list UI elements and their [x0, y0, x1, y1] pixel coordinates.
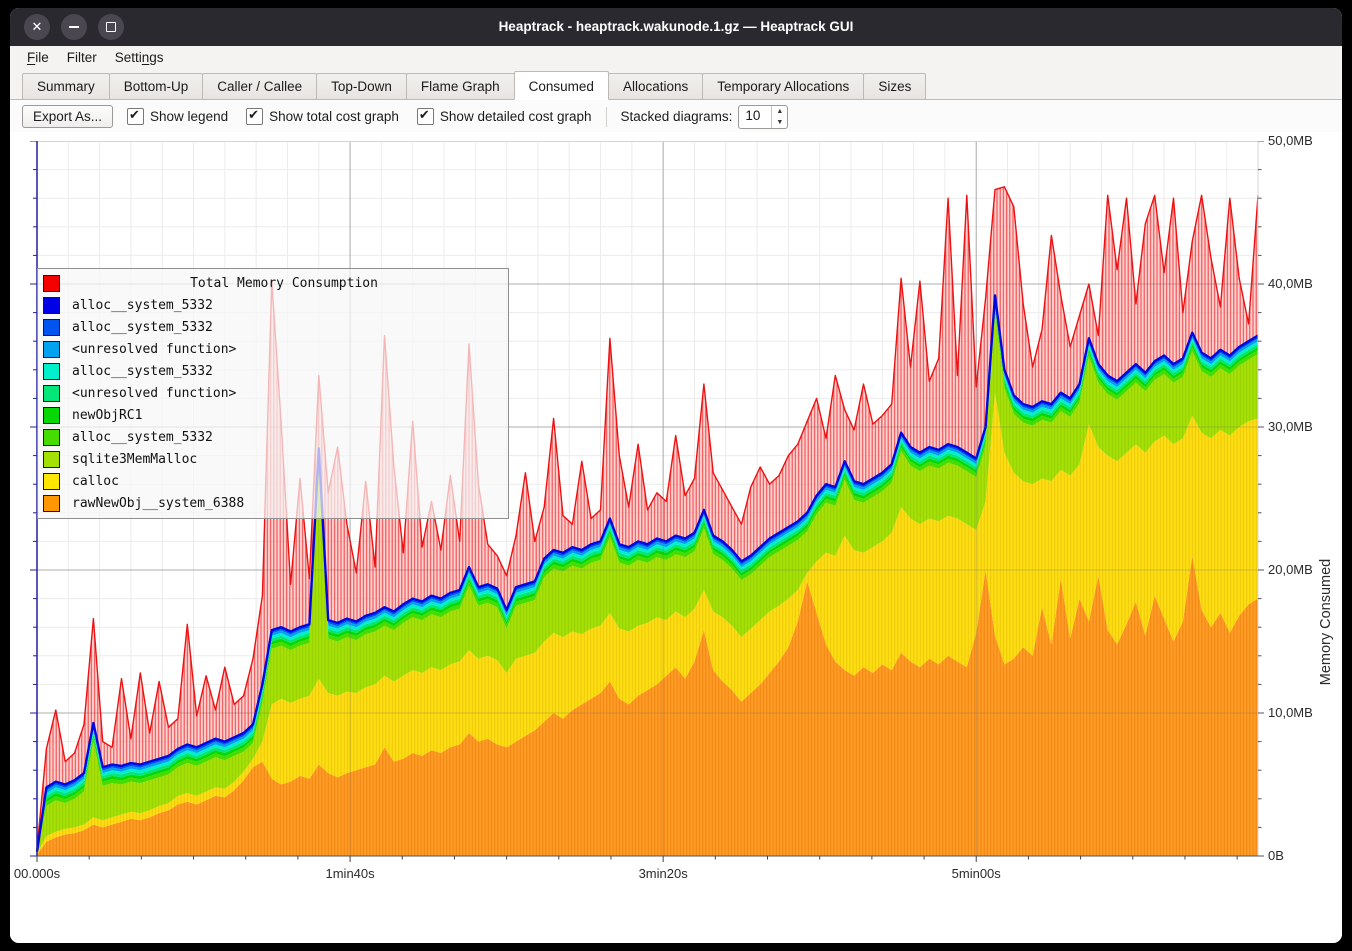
y-tick-label: 20,0MB — [1268, 562, 1313, 577]
x-tick-label: 3min20s — [639, 866, 688, 881]
legend-entry: <unresolved function> — [38, 338, 508, 360]
legend-entry-label: <unresolved function> — [72, 342, 236, 357]
window-title: Heaptrack - heaptrack.wakunode.1.gz — He… — [10, 8, 1342, 46]
heaptrack-window: ✕ Heaptrack - heaptrack.wakunode.1.gz — … — [10, 8, 1342, 943]
legend-entry: newObjRC1 — [38, 404, 508, 426]
tab-caller-callee[interactable]: Caller / Callee — [202, 73, 317, 99]
legend-entry: <unresolved function> — [38, 382, 508, 404]
spinner-down-arrow[interactable]: ▼ — [772, 117, 787, 128]
legend-entry-label: alloc__system_5332 — [72, 364, 213, 379]
legend-swatch — [43, 451, 60, 468]
checkmark-icon — [417, 108, 434, 125]
tab-sizes[interactable]: Sizes — [863, 73, 926, 99]
legend-swatch — [43, 429, 60, 446]
legend-swatch — [43, 385, 60, 402]
spinner-up-arrow[interactable]: ▲ — [772, 106, 787, 117]
y-tick-label: 30,0MB — [1268, 419, 1313, 434]
y-tick-label: 10,0MB — [1268, 705, 1313, 720]
toolbar: Export As... Show legend Show total cost … — [10, 100, 1342, 133]
menu-bar: FileFilterSettings — [10, 46, 1342, 70]
chart-region: Total Memory Consumption alloc__system_53… — [10, 132, 1342, 943]
y-tick-label: 0B — [1268, 848, 1284, 863]
tab-bar: SummaryBottom-UpCaller / CalleeTop-DownF… — [10, 70, 1342, 100]
legend-swatch — [43, 407, 60, 424]
y-tick-label: 40,0MB — [1268, 276, 1313, 291]
legend-swatch — [43, 297, 60, 314]
export-as-button[interactable]: Export As... — [22, 105, 113, 128]
tab-temporary-allocations[interactable]: Temporary Allocations — [702, 73, 864, 99]
x-tick-label: 00.000s — [14, 866, 60, 881]
x-tick-label: 1min40s — [325, 866, 374, 881]
legend-swatch — [43, 473, 60, 490]
tab-flame-graph[interactable]: Flame Graph — [406, 73, 515, 99]
menu-item-file[interactable]: File — [18, 46, 58, 70]
checkbox-show-total-cost-graph[interactable]: Show total cost graph — [246, 108, 399, 125]
checkbox-show-detailed-cost-graph[interactable]: Show detailed cost graph — [417, 108, 592, 125]
tab-consumed[interactable]: Consumed — [514, 71, 609, 100]
stacked-diagrams-label: Stacked diagrams: — [621, 109, 733, 124]
legend-entry-label: calloc — [72, 474, 119, 489]
legend-entry: alloc__system_5332 — [38, 294, 508, 316]
toolbar-separator — [606, 107, 607, 127]
legend-entry: alloc__system_5332 — [38, 316, 508, 338]
tab-top-down[interactable]: Top-Down — [316, 73, 407, 99]
legend-entry: sqlite3MemMalloc — [38, 448, 508, 470]
legend-swatch — [43, 363, 60, 380]
legend-swatch — [43, 341, 60, 358]
checkbox-label: Show detailed cost graph — [440, 109, 592, 124]
title-bar: ✕ Heaptrack - heaptrack.wakunode.1.gz — … — [10, 8, 1342, 46]
tab-summary[interactable]: Summary — [22, 73, 110, 99]
y-tick-label: 50,0MB — [1268, 133, 1313, 148]
legend-entry: alloc__system_5332 — [38, 360, 508, 382]
legend-swatch — [43, 319, 60, 336]
legend-entry-label: newObjRC1 — [72, 408, 142, 423]
legend-swatch — [43, 275, 60, 292]
legend-entry-label: alloc__system_5332 — [72, 320, 213, 335]
stacked-diagrams-value: 10 — [739, 106, 771, 128]
legend-entry: calloc — [38, 470, 508, 492]
chart-legend: Total Memory Consumption alloc__system_53… — [37, 268, 509, 519]
checkmark-icon — [246, 108, 263, 125]
legend-entry-label: rawNewObj__system_6388 — [72, 496, 244, 511]
menu-item-filter[interactable]: Filter — [58, 46, 106, 70]
checkbox-label: Show legend — [150, 109, 228, 124]
legend-title-row: Total Memory Consumption — [38, 272, 508, 294]
tab-bottom-up[interactable]: Bottom-Up — [109, 73, 204, 99]
legend-entry: alloc__system_5332 — [38, 426, 508, 448]
legend-entry-label: sqlite3MemMalloc — [72, 452, 197, 467]
menu-item-settings[interactable]: Settings — [106, 46, 173, 70]
tab-allocations[interactable]: Allocations — [608, 73, 703, 99]
legend-entry-label: alloc__system_5332 — [72, 430, 213, 445]
x-tick-label: 5min00s — [952, 866, 1001, 881]
y-axis-title: Memory Consumed — [1318, 517, 1336, 727]
legend-entry-label: <unresolved function> — [72, 386, 236, 401]
legend-entry-label: alloc__system_5332 — [72, 298, 213, 313]
checkbox-label: Show total cost graph — [269, 109, 399, 124]
legend-entry: rawNewObj__system_6388 — [38, 492, 508, 514]
legend-title: Total Memory Consumption — [60, 276, 508, 291]
legend-swatch — [43, 495, 60, 512]
toolbar-checkboxes: Show legend Show total cost graph Show det… — [127, 108, 592, 125]
checkmark-icon — [127, 108, 144, 125]
checkbox-show-legend[interactable]: Show legend — [127, 108, 228, 125]
stacked-diagrams-spinner[interactable]: 10 ▲ ▼ — [738, 105, 788, 129]
